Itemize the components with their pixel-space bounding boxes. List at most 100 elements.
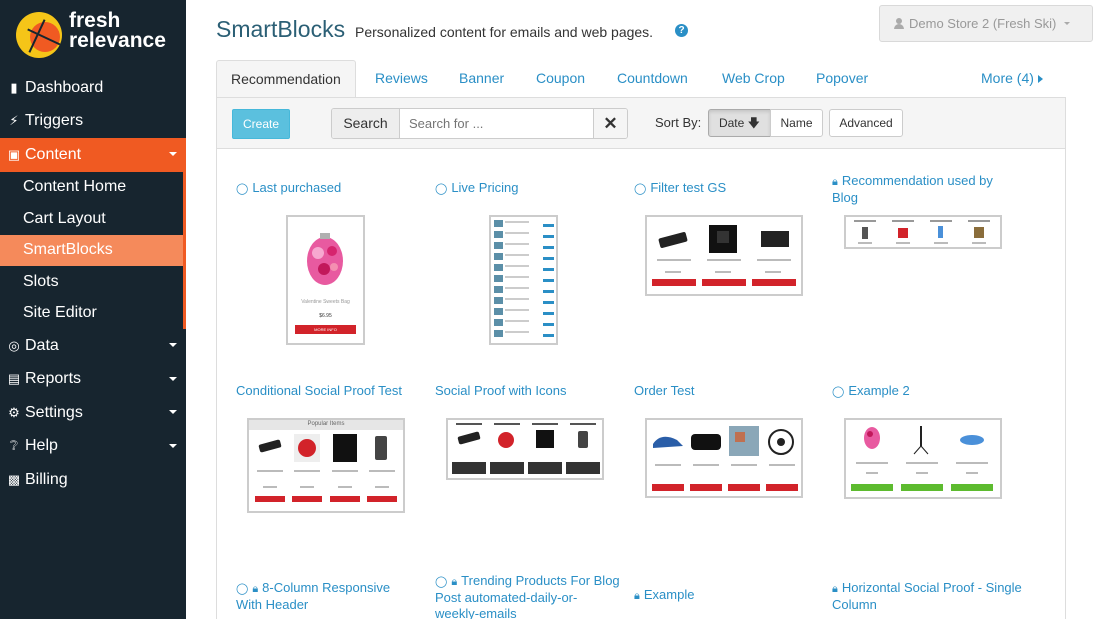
nav-reports-label: Reports: [25, 370, 82, 388]
social-proof-products-image: [452, 423, 600, 474]
tab-popover[interactable]: Popover: [816, 60, 868, 98]
sidebar: fresh relevance ▮ Dashboard ⚡︎ Triggers …: [0, 0, 186, 619]
eye-icon: ◯: [435, 183, 448, 195]
card-thumbnail[interactable]: [844, 215, 1002, 249]
clear-search-icon[interactable]: ✕: [593, 109, 627, 138]
chevron-down-icon: [1064, 22, 1071, 25]
search-label: Search: [332, 109, 400, 138]
sort-date-button[interactable]: Date 🡇︎: [708, 109, 771, 137]
page-title: SmartBlocks: [216, 16, 346, 42]
card-thumbnail[interactable]: Popular Items: [247, 418, 405, 513]
card-thumbnail[interactable]: [844, 418, 1002, 499]
nav-reports[interactable]: ▤ Reports: [0, 363, 186, 397]
thumb-more-info: MORE INFO: [295, 325, 356, 334]
nav-dashboard[interactable]: ▮ Dashboard: [0, 71, 186, 105]
nav-data[interactable]: ◎ Data: [0, 329, 186, 363]
card-thumbnail[interactable]: Valentine Sweets Bag $6.95 MORE INFO: [286, 215, 365, 345]
card-title[interactable]: Order Test: [634, 383, 824, 399]
tab-reviews[interactable]: Reviews: [375, 60, 428, 98]
store-selector-label: Demo Store 2 (Fresh Ski): [909, 16, 1057, 31]
nav-site-editor[interactable]: Site Editor: [0, 298, 183, 330]
list-icon: ▤: [7, 371, 21, 387]
chevron-down-icon: [169, 152, 177, 156]
help-question-icon[interactable]: ?: [675, 24, 688, 37]
card-title[interactable]: 🔒︎ Example: [634, 587, 814, 604]
nav-dashboard-label: Dashboard: [25, 78, 104, 96]
briefcase-icon: ▩: [7, 471, 21, 487]
nav-help[interactable]: ❔︎ Help: [0, 430, 186, 464]
search-group: Search ✕: [331, 108, 628, 139]
card-title[interactable]: Conditional Social Proof Test: [236, 383, 426, 399]
price-list-image: [494, 220, 554, 337]
card-title[interactable]: ◯ 🔒︎ Trending Products For Blog Post autom…: [435, 573, 620, 619]
content-submenu: Content Home Cart Layout SmartBlocks Slo…: [0, 171, 186, 330]
block-type-tabs: Recommendation Reviews Banner Coupon Cou…: [216, 60, 1066, 98]
chevron-down-icon: [169, 376, 177, 381]
nav-triggers-label: Triggers: [25, 112, 84, 130]
store-selector[interactable]: Demo Store 2 (Fresh Ski): [879, 5, 1093, 42]
card-thumbnail[interactable]: [645, 418, 803, 498]
card-title[interactable]: Social Proof with Icons: [435, 383, 625, 399]
eye-icon: ◯: [435, 576, 448, 588]
nav-smartblocks[interactable]: SmartBlocks: [0, 234, 183, 266]
card-title[interactable]: ◯ Last purchased: [236, 180, 416, 197]
chevron-down-icon: [169, 410, 177, 414]
eye-icon: ◯: [236, 583, 249, 595]
eye-icon: ◯: [236, 183, 249, 195]
nav-content[interactable]: ▣ Content: [0, 138, 186, 172]
page-subtitle: Personalized content for emails and web …: [355, 24, 654, 40]
question-icon: ❔︎: [10, 438, 18, 454]
card-title[interactable]: ◯ Live Pricing: [435, 180, 615, 197]
card-title[interactable]: 🔒︎ Horizontal Social Proof - Single Colum…: [832, 580, 1022, 613]
order-products-image: [652, 426, 798, 491]
bolt-icon: ⚡︎: [9, 113, 19, 129]
logo-line2: relevance: [69, 29, 166, 52]
sort-date-label: Date: [718, 116, 745, 130]
card-thumbnail[interactable]: [645, 215, 803, 296]
card-title[interactable]: ◯ 🔒︎ 8-Column Responsive With Header: [236, 580, 416, 613]
thumb-product-name: Valentine Sweets Bag: [301, 299, 350, 305]
eye-icon: ◯: [832, 386, 845, 398]
nav-content-label: Content: [25, 145, 82, 163]
tab-coupon[interactable]: Coupon: [536, 60, 585, 98]
tab-countdown[interactable]: Countdown: [617, 60, 688, 98]
tab-web-crop[interactable]: Web Crop: [722, 60, 785, 98]
nav-cart-layout[interactable]: Cart Layout: [0, 203, 183, 235]
gear-icon: ⚙︎: [8, 404, 20, 420]
bookmark-icon: ▮: [10, 79, 18, 95]
lock-icon: 🔒︎: [832, 176, 838, 188]
sort-name-button[interactable]: Name: [770, 109, 823, 137]
nav-billing[interactable]: ▩ Billing: [0, 463, 186, 497]
card-title[interactable]: ◯ Filter test GS: [634, 180, 814, 197]
user-icon: [894, 18, 904, 29]
electronics-products-image: [652, 225, 796, 286]
advanced-button[interactable]: Advanced: [829, 109, 903, 137]
tab-recommendation[interactable]: Recommendation: [216, 60, 356, 98]
card-thumbnail[interactable]: [446, 418, 604, 480]
nav-help-label: Help: [25, 437, 58, 455]
nav-triggers[interactable]: ⚡︎ Triggers: [0, 105, 186, 139]
chevron-down-icon: [169, 443, 177, 448]
target-icon: ◎: [8, 337, 20, 353]
eye-icon: ◯: [634, 183, 647, 195]
example-products-image: [851, 426, 993, 491]
create-button[interactable]: Create: [232, 109, 290, 139]
nav-slots[interactable]: Slots: [0, 266, 183, 298]
main-nav: ▮ Dashboard ⚡︎ Triggers ▣ Content Conten…: [0, 71, 186, 497]
card-thumbnail[interactable]: [489, 215, 558, 345]
nav-content-home[interactable]: Content Home: [0, 172, 183, 204]
lock-icon: 🔒︎: [451, 576, 458, 588]
nav-billing-label: Billing: [25, 470, 68, 488]
fresh-relevance-logo[interactable]: fresh relevance: [16, 10, 181, 60]
lock-icon: 🔒︎: [634, 590, 640, 602]
card-title[interactable]: 🔒︎ Recommendation used by Blog: [832, 173, 1022, 206]
nav-data-label: Data: [25, 336, 59, 354]
thumb-product-price: $6.95: [319, 313, 332, 319]
search-input[interactable]: [400, 109, 593, 138]
chevron-down-icon: [169, 343, 177, 347]
nav-settings[interactable]: ⚙︎ Settings: [0, 396, 186, 430]
arrow-down-icon: 🡇︎: [747, 116, 761, 130]
tab-more[interactable]: More (4): [981, 60, 1043, 98]
tab-banner[interactable]: Banner: [459, 60, 504, 98]
card-title[interactable]: ◯ Example 2: [832, 383, 1022, 400]
